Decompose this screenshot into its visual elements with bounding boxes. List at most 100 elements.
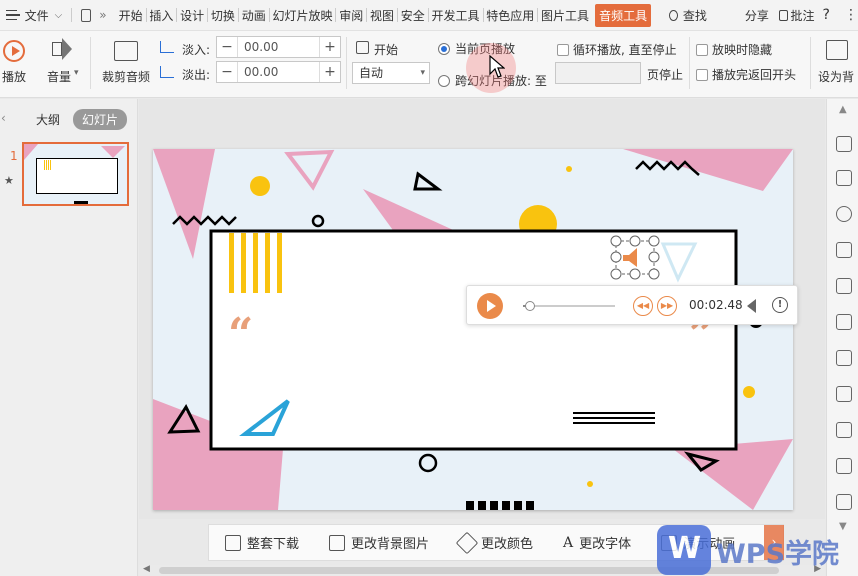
comment-icon[interactable]: [779, 10, 789, 21]
rewind-button[interactable]: ◀◀: [633, 296, 653, 316]
slide-artwork: “ ”: [153, 149, 793, 510]
transition-icon[interactable]: [836, 386, 852, 402]
image-icon[interactable]: [836, 494, 852, 510]
player-volume-icon[interactable]: [747, 299, 756, 313]
change-bg-button[interactable]: 更改背景图片: [329, 533, 429, 552]
tab-slideshow[interactable]: 幻灯片放映: [270, 7, 334, 24]
player-progress-track[interactable]: [523, 305, 615, 307]
set-background-button[interactable]: 设为背: [818, 68, 854, 85]
trim-audio-button[interactable]: 裁剪音频: [102, 68, 150, 85]
change-color-button[interactable]: 更改颜色: [459, 533, 533, 552]
tab-slides[interactable]: 幻灯片: [73, 109, 127, 130]
yellow-dot-shape: [587, 481, 593, 487]
share-icon[interactable]: [836, 422, 852, 438]
increment-button[interactable]: +: [320, 62, 340, 82]
save-icon[interactable]: [81, 9, 91, 22]
more-options-icon[interactable]: ⋮: [844, 7, 858, 23]
audio-player: ◀◀ ▶▶ 00:02.48 !: [466, 285, 798, 325]
player-progress-handle[interactable]: [525, 301, 535, 311]
magic-icon[interactable]: [836, 136, 852, 152]
play-icon[interactable]: [3, 40, 25, 62]
hamburger-icon[interactable]: [6, 10, 17, 20]
ribbon-divider: [90, 37, 91, 89]
audio-speaker-object[interactable]: [611, 237, 659, 279]
collapse-right-icon[interactable]: ▲: [839, 104, 847, 115]
scroll-left-icon[interactable]: ◀: [143, 564, 150, 574]
more-icon[interactable]: »: [99, 8, 106, 22]
yellow-dot-shape: [743, 386, 755, 398]
menu-bar: 文件 ⌵ » 开始 插入 设计 切换 动画 幻灯片放映 审阅 视图 安全 开发工…: [0, 0, 858, 31]
stop-page-field[interactable]: [555, 62, 641, 84]
hide-checkbox[interactable]: 放映时隐藏: [696, 41, 772, 58]
backup-icon[interactable]: [836, 458, 852, 474]
trim-audio-icon[interactable]: [114, 41, 138, 61]
volume-button[interactable]: 音量: [47, 68, 71, 85]
tab-outline[interactable]: 大纲: [36, 111, 60, 128]
radio-icon: [438, 75, 450, 87]
forward-button[interactable]: ▶▶: [657, 296, 677, 316]
chevron-down-icon[interactable]: ⌵: [55, 10, 63, 21]
change-color-label: 更改颜色: [481, 533, 533, 552]
loop-checkbox[interactable]: 循环播放, 直至停止: [557, 41, 677, 58]
fade-in-icon: [160, 41, 174, 53]
start-icon: [356, 41, 369, 54]
scroll-down-icon[interactable]: ▼: [839, 521, 847, 532]
download-button[interactable]: 整套下载: [225, 533, 299, 552]
copy-icon[interactable]: [836, 170, 852, 186]
comment-button[interactable]: 批注: [788, 7, 816, 24]
tab-security[interactable]: 安全: [399, 7, 427, 24]
tab-animation[interactable]: 动画: [240, 7, 268, 24]
decrement-button[interactable]: −: [217, 37, 237, 57]
mouse-cursor-icon: [489, 55, 505, 79]
decrement-button[interactable]: −: [217, 62, 237, 82]
tab-developer[interactable]: 开发工具: [430, 7, 482, 24]
tab-featured[interactable]: 特色应用: [484, 7, 536, 24]
start-label: 开始: [374, 41, 398, 58]
volume-dropdown-icon[interactable]: ▾: [74, 68, 79, 78]
checkbox-icon: [696, 44, 708, 56]
play-icon: [487, 300, 496, 312]
player-play-button[interactable]: [477, 293, 503, 319]
fade-in-value[interactable]: 00.00: [237, 37, 320, 57]
tab-view[interactable]: 视图: [368, 7, 396, 24]
info-icon[interactable]: !: [772, 297, 788, 313]
help-button[interactable]: ?: [821, 7, 832, 23]
volume-icon[interactable]: [52, 42, 62, 56]
tab-review[interactable]: 审阅: [337, 7, 365, 24]
tab-picture-tools[interactable]: 图片工具: [539, 7, 591, 24]
fade-out-label: 淡出:: [182, 66, 210, 83]
fade-out-value[interactable]: 00.00: [237, 62, 320, 82]
file-menu[interactable]: 文件: [23, 7, 51, 24]
search-icon[interactable]: [669, 10, 678, 21]
fade-out-stepper[interactable]: − 00.00 +: [216, 61, 341, 83]
fade-in-stepper[interactable]: − 00.00 +: [216, 36, 341, 58]
play-button[interactable]: 播放: [2, 68, 26, 85]
right-toolbar: ▲ ▼: [826, 99, 858, 576]
change-bg-label: 更改背景图片: [351, 533, 429, 552]
ribbon-divider: [810, 37, 811, 89]
tab-audio-tools[interactable]: 音频工具: [595, 4, 651, 27]
shapes-icon[interactable]: [836, 206, 852, 222]
collapse-pane-icon[interactable]: ‹: [1, 111, 6, 125]
slide-thumbnail[interactable]: [22, 142, 129, 206]
search-button[interactable]: 查找: [681, 7, 709, 24]
download-icon: [225, 535, 241, 551]
rewind-checkbox[interactable]: 播放完返回开头: [696, 66, 796, 83]
start-select[interactable]: 自动 ▾: [352, 62, 430, 84]
tab-insert[interactable]: 插入: [147, 7, 175, 24]
layout-icon[interactable]: [836, 278, 852, 294]
share-button[interactable]: 分享: [743, 7, 771, 24]
increment-button[interactable]: +: [320, 37, 340, 57]
change-font-button[interactable]: A更改字体: [563, 533, 631, 552]
pink-outline-triangle-shape: [288, 152, 331, 187]
chart-icon[interactable]: [836, 314, 852, 330]
black-ring-shape: [313, 216, 323, 226]
text-style-icon[interactable]: [836, 242, 852, 258]
slide[interactable]: “ ”: [153, 149, 793, 510]
set-background-icon[interactable]: [826, 40, 848, 60]
tab-start[interactable]: 开始: [117, 7, 145, 24]
watermark-text: WPS学院: [716, 532, 839, 571]
tab-transition[interactable]: 切换: [209, 7, 237, 24]
tab-design[interactable]: 设计: [178, 7, 206, 24]
settings-icon[interactable]: [836, 350, 852, 366]
